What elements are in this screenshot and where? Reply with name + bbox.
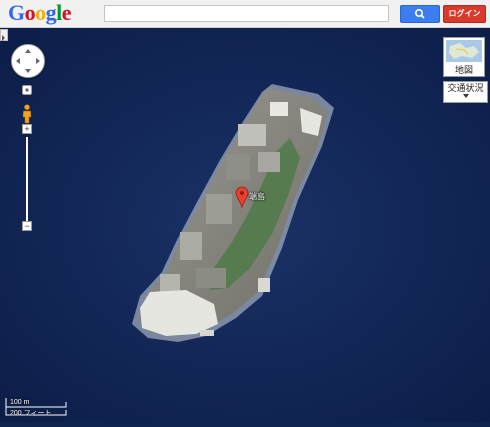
map-type-label: 地図 <box>454 65 473 75</box>
chevron-down-icon <box>463 94 469 98</box>
logo-letter: e <box>61 0 72 25</box>
collapse-panel-tab[interactable] <box>0 29 8 41</box>
logo-letter: o <box>35 0 46 25</box>
zoom-out-button[interactable]: − <box>22 221 32 231</box>
locate-icon <box>25 88 29 92</box>
satellite-map[interactable] <box>0 28 490 422</box>
traffic-dropdown[interactable]: 交通状況 <box>443 81 488 103</box>
logo-letter: G <box>8 0 25 25</box>
search-input[interactable] <box>104 5 389 22</box>
search-icon <box>415 8 425 19</box>
google-logo[interactable]: Google <box>8 0 72 25</box>
chevron-right-icon <box>2 35 5 41</box>
satellite-imagery <box>0 28 490 422</box>
traffic-label: 交通状況 <box>447 83 484 93</box>
marker-label: 端島 <box>249 192 265 201</box>
login-button[interactable]: ログイン <box>443 5 486 23</box>
top-bar: Google ログイン <box>0 0 490 28</box>
scale-imperial-label: 200 フィート <box>10 410 52 417</box>
logo-letter: o <box>24 0 36 25</box>
logo-letter: g <box>45 0 57 25</box>
zoom-in-button[interactable]: + <box>22 124 32 134</box>
street-view-pegman-icon[interactable] <box>21 104 33 124</box>
locate-button[interactable] <box>22 85 32 95</box>
pan-arrows-icon <box>16 49 40 73</box>
pan-control[interactable] <box>11 44 45 78</box>
map-thumbnail-icon <box>446 40 482 62</box>
location-marker-icon[interactable] <box>235 186 249 208</box>
search-button[interactable] <box>400 5 440 23</box>
map-type-control[interactable]: 地図 <box>443 37 485 77</box>
zoom-slider-track[interactable] <box>26 137 28 221</box>
scale-bar: 100 m 200 フィート <box>4 396 68 418</box>
scale-metric-label: 100 m <box>10 399 30 406</box>
